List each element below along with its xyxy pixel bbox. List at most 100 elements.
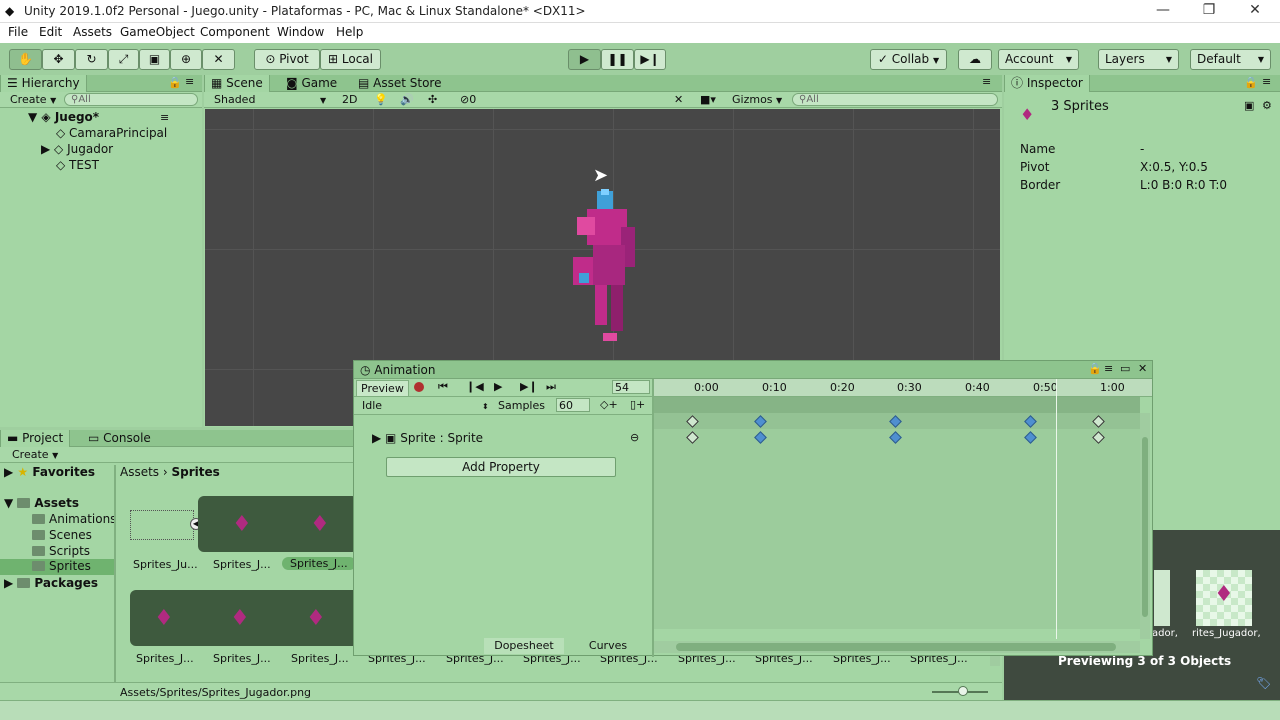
asset-label[interactable]: Sprites_J... xyxy=(213,558,271,571)
preview-toggle[interactable]: Preview xyxy=(356,380,409,397)
sprite-icon[interactable]: ♦ xyxy=(154,606,174,631)
panel-menu-icon[interactable]: ≡ xyxy=(982,75,991,88)
sprite-icon[interactable]: ♦ xyxy=(232,512,252,537)
field-pivot-value[interactable]: X:0.5, Y:0.5 xyxy=(1140,160,1208,174)
asset-label[interactable]: Sprites_J... xyxy=(136,652,194,665)
gear-icon[interactable]: ⚙ xyxy=(1262,99,1272,112)
tab-curves[interactable]: Curves xyxy=(568,638,648,654)
add-property-button[interactable]: Add Property xyxy=(386,457,616,477)
maximize-icon[interactable]: ▭ xyxy=(1120,362,1130,375)
menu-file[interactable]: File xyxy=(8,25,28,39)
hidden-objects-icon[interactable]: ⊘0 xyxy=(460,93,476,106)
book-icon[interactable]: ▣ xyxy=(1244,99,1254,112)
cloud-button[interactable]: ☁ xyxy=(958,49,992,70)
menu-gameobject[interactable]: GameObject xyxy=(120,25,195,39)
tab-dopesheet[interactable]: Dopesheet xyxy=(484,638,564,654)
hierarchy-search-input[interactable]: ⚲All xyxy=(64,93,198,106)
record-button[interactable] xyxy=(414,382,424,392)
gizmos-dropdown[interactable]: Gizmos ▼ xyxy=(732,93,782,106)
scroll-thumb[interactable] xyxy=(1142,437,1148,617)
rect-tool-icon[interactable]: ▣ xyxy=(139,49,170,70)
prev-keyframe-button[interactable]: ❙◀ xyxy=(466,380,484,393)
pause-button[interactable]: ❚❚ xyxy=(601,49,634,70)
first-keyframe-button[interactable]: ⏮ xyxy=(438,380,448,394)
tree-sprites[interactable]: Sprites xyxy=(0,559,114,575)
shading-dropdown[interactable]: Shaded xyxy=(214,93,255,106)
scale-tool-icon[interactable]: ⤢ xyxy=(108,49,139,70)
lock-icon[interactable]: 🔒 xyxy=(168,76,182,89)
panel-menu-icon[interactable]: ≡ xyxy=(1262,75,1271,88)
scene-menu-icon[interactable]: ≡ xyxy=(160,111,169,124)
step-button[interactable]: ▶❙ xyxy=(634,49,666,70)
menu-help[interactable]: Help xyxy=(336,25,363,39)
field-border-value[interactable]: L:0 B:0 R:0 T:0 xyxy=(1140,178,1227,192)
tree-favorites[interactable]: ▶ ★ Favorites xyxy=(4,465,95,479)
panel-menu-icon[interactable]: ≡ xyxy=(185,75,194,88)
account-dropdown[interactable]: Account ▼ xyxy=(998,49,1079,70)
tab-scene[interactable]: ▦ Scene xyxy=(204,75,270,92)
local-toggle[interactable]: ⊞ Local xyxy=(320,49,381,70)
zoom-slider-handle[interactable] xyxy=(958,686,968,696)
sprite-icon[interactable]: ♦ xyxy=(310,512,330,537)
layers-dropdown[interactable]: Layers ▼ xyxy=(1098,49,1179,70)
sprite-icon[interactable]: ♦ xyxy=(306,606,326,631)
menu-edit[interactable]: Edit xyxy=(39,25,62,39)
scroll-thumb[interactable] xyxy=(676,643,1116,651)
toggle-2d-button[interactable]: 2D xyxy=(342,93,357,106)
tab-asset-store[interactable]: ▤ Asset Store xyxy=(352,75,448,92)
hierarchy-item-camara[interactable]: ◇ CamaraPrincipal xyxy=(56,126,167,140)
sprite-icon[interactable]: ♦ xyxy=(230,606,250,631)
panel-menu-icon[interactable]: ≡ xyxy=(1104,362,1113,375)
tools-icon[interactable]: ✕ xyxy=(674,93,683,106)
add-keyframe-icon[interactable]: ◇+ xyxy=(600,398,618,411)
tree-packages[interactable]: ▶ Packages xyxy=(4,576,98,590)
pivot-toggle[interactable]: ⊙ Pivot xyxy=(254,49,320,70)
tab-console[interactable]: ▭ Console xyxy=(82,430,157,447)
tab-inspector[interactable]: ⓘ Inspector xyxy=(1004,75,1090,92)
playhead[interactable] xyxy=(1056,379,1057,639)
asset-label-selected[interactable]: Sprites_J... xyxy=(282,557,356,570)
timeline-ruler[interactable]: 0:00 0:10 0:20 0:30 0:40 0:50 1:00 xyxy=(654,379,1152,397)
player-sprite[interactable] xyxy=(567,187,657,347)
play-button[interactable]: ▶ xyxy=(568,49,601,70)
last-keyframe-button[interactable]: ⏭ xyxy=(546,380,556,394)
scene-search-input[interactable]: ⚲All xyxy=(792,93,998,106)
menu-component[interactable]: Component xyxy=(200,25,270,39)
project-create-dropdown[interactable]: Create ▼ xyxy=(12,448,58,461)
add-event-icon[interactable]: ▯+ xyxy=(630,398,645,411)
move-tool-icon[interactable]: ✥ xyxy=(42,49,75,70)
create-dropdown[interactable]: Create ▼ xyxy=(10,93,56,106)
hierarchy-item-test[interactable]: ◇ TEST xyxy=(56,158,99,172)
hand-tool-icon[interactable]: ✋ xyxy=(9,49,42,70)
camera-icon[interactable]: ■▾ xyxy=(700,93,716,106)
tree-assets[interactable]: ▼ Assets xyxy=(4,496,79,510)
samples-input[interactable]: 60 xyxy=(556,398,590,412)
hierarchy-item-jugador[interactable]: ▶ ◇ Jugador xyxy=(41,142,113,156)
spritesheet-thumb[interactable] xyxy=(130,510,194,540)
field-name-value[interactable]: - xyxy=(1140,142,1144,156)
tag-icon[interactable]: 🏷 xyxy=(1256,676,1271,690)
breadcrumb-assets[interactable]: Assets xyxy=(120,465,159,479)
splitter[interactable] xyxy=(114,465,116,690)
lock-icon[interactable]: 🔒 xyxy=(1088,362,1102,375)
maximize-icon[interactable]: ❐ xyxy=(1186,2,1232,18)
tree-scripts[interactable]: Scripts xyxy=(32,544,90,558)
lock-icon[interactable]: 🔒 xyxy=(1244,76,1258,89)
minimize-icon[interactable]: — xyxy=(1140,2,1186,18)
scene-root-item[interactable]: ▼ ◈ Juego* xyxy=(28,110,99,124)
transform-tool-icon[interactable]: ⊕ xyxy=(170,49,202,70)
lighting-icon[interactable]: 💡 xyxy=(374,93,388,106)
layout-dropdown[interactable]: Default ▼ xyxy=(1190,49,1271,70)
property-options-icon[interactable]: ⊖ xyxy=(630,431,639,444)
timeline-vscroll[interactable] xyxy=(1140,413,1150,639)
tab-project[interactable]: ▬ Project xyxy=(0,430,71,447)
property-row[interactable]: ▶ ▣ Sprite : Sprite xyxy=(372,431,483,445)
asset-label[interactable]: Sprites_J... xyxy=(291,652,349,665)
collab-dropdown[interactable]: ✓ Collab ▼ xyxy=(870,49,947,70)
effects-icon[interactable]: ✣ xyxy=(428,93,437,106)
close-icon[interactable]: ✕ xyxy=(1138,362,1147,375)
play-animation-button[interactable]: ▶ xyxy=(494,380,502,393)
rotate-tool-icon[interactable]: ↻ xyxy=(75,49,108,70)
next-keyframe-button[interactable]: ▶❙ xyxy=(520,380,538,393)
tab-game[interactable]: ◙ Game xyxy=(280,75,343,92)
